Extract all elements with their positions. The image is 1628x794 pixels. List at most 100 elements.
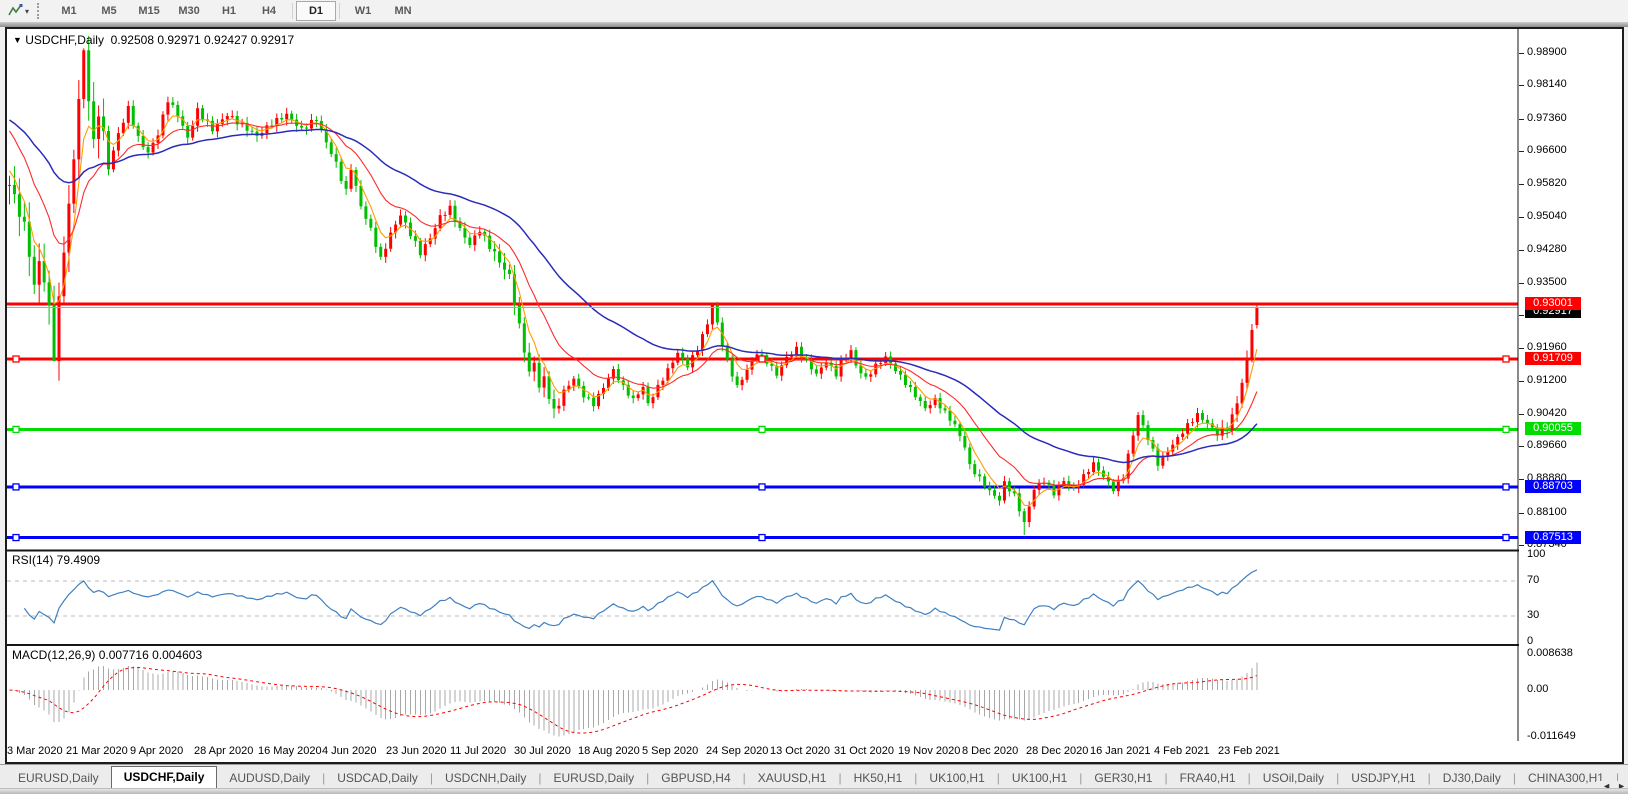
date-label: 16 May 2020: [258, 745, 322, 757]
timeframe-button-M15[interactable]: M15: [129, 1, 169, 21]
axis-tick: [1519, 283, 1524, 284]
line-handle[interactable]: [1503, 484, 1509, 490]
chart-plot-area[interactable]: [7, 29, 1519, 742]
axis-tick: [1519, 414, 1524, 415]
chart-tab-bar: EURUSD,DailyUSDCHF,DailyAUDUSD,Daily|USD…: [0, 764, 1628, 788]
collapse-triangle-icon[interactable]: ▼: [13, 35, 22, 45]
tab-xauusd-h1[interactable]: XAUUSD,H1: [746, 768, 839, 788]
price-tick-label: 0.94280: [1527, 243, 1567, 255]
tab-fra40-h1[interactable]: FRA40,H1: [1168, 768, 1248, 788]
ma-line-slow: [10, 120, 1257, 462]
line-handle[interactable]: [759, 484, 765, 490]
rsi-tick-label: 0: [1527, 635, 1533, 647]
line-handle[interactable]: [13, 356, 19, 362]
price-tick-label: 0.97360: [1527, 112, 1567, 124]
macd-tick-label: 0.008638: [1527, 647, 1573, 659]
line-handle[interactable]: [1503, 535, 1509, 541]
rsi-indicator-label: RSI(14) 79.4909: [12, 553, 100, 567]
price-tick-label: 0.88100: [1527, 506, 1567, 518]
chevron-down-icon[interactable]: ▾: [25, 7, 29, 16]
toolbar-grip[interactable]: [37, 3, 43, 19]
tab-usdcnh-daily[interactable]: USDCNH,Daily: [433, 768, 538, 788]
tab-eurusd-daily[interactable]: EURUSD,Daily: [6, 768, 111, 788]
timeframe-button-H1[interactable]: H1: [209, 1, 249, 21]
timeframe-button-M5[interactable]: M5: [89, 1, 129, 21]
chart-window: ▼ USDCHF,Daily 0.92508 0.92971 0.92427 0…: [5, 27, 1624, 764]
timeframe-button-M30[interactable]: M30: [169, 1, 209, 21]
timeframe-buttons: M1M5M15M30H1H4 D1 W1MN: [49, 1, 423, 21]
hline-price-label: 0.87513: [1525, 531, 1581, 544]
line-handle[interactable]: [759, 535, 765, 541]
date-label: 28 Dec 2020: [1026, 745, 1088, 757]
axis-tick: [1519, 348, 1524, 349]
tab-usdjpy-h1[interactable]: USDJPY,H1: [1339, 768, 1427, 788]
hline-price-label: 0.93001: [1525, 297, 1581, 310]
date-label: 5 Sep 2020: [642, 745, 698, 757]
price-tick-label: 0.90420: [1527, 407, 1567, 419]
date-label: 24 Sep 2020: [706, 745, 768, 757]
date-label: 30 Jul 2020: [514, 745, 571, 757]
line-handle[interactable]: [759, 426, 765, 432]
macd-tick-label: -0.011649: [1527, 730, 1576, 742]
tab-gbpusd-h4[interactable]: GBPUSD,H4: [649, 768, 742, 788]
timeframe-button-M1[interactable]: M1: [49, 1, 89, 21]
horizontal-lines[interactable]: [7, 304, 1518, 538]
line-handle[interactable]: [13, 426, 19, 432]
tab-uk100-h1[interactable]: UK100,H1: [1000, 768, 1079, 788]
date-label: 4 Feb 2021: [1154, 745, 1210, 757]
axis-tick: [1519, 381, 1524, 382]
price-tick-label: 0.91200: [1527, 374, 1567, 386]
rsi-tick-label: 100: [1527, 548, 1545, 560]
tab-audusd-daily[interactable]: AUDUSD,Daily: [217, 768, 322, 788]
line-handle[interactable]: [1503, 356, 1509, 362]
tab-hk50-h1[interactable]: HK50,H1: [842, 768, 915, 788]
price-tick-label: 0.93500: [1527, 276, 1567, 288]
timeframe-button-MN[interactable]: MN: [383, 1, 423, 21]
date-label: 13 Oct 2020: [770, 745, 830, 757]
rsi-tick-label: 70: [1527, 574, 1539, 586]
timeframe-toolbar: ▾ M1M5M15M30H1H4 D1 W1MN: [0, 0, 1628, 22]
tab-usoil-daily[interactable]: USOil,Daily: [1251, 768, 1336, 788]
axis-tick: [1519, 545, 1524, 546]
date-label: 19 Nov 2020: [898, 745, 960, 757]
axis-tick: [1519, 217, 1524, 218]
price-axis[interactable]: 0.989000.981400.973600.966000.958200.950…: [1519, 29, 1622, 759]
date-label: 4 Jun 2020: [322, 745, 376, 757]
tab-ger30-h1[interactable]: GER30,H1: [1082, 768, 1164, 788]
rsi-line: [24, 570, 1257, 630]
line-handle[interactable]: [1503, 426, 1509, 432]
price-tick-label: 0.98140: [1527, 78, 1567, 90]
tab-eurusd-daily[interactable]: EURUSD,Daily: [541, 768, 646, 788]
axis-tick: [1519, 446, 1524, 447]
price-tick-label: 0.98900: [1527, 46, 1567, 58]
axis-tick: [1519, 315, 1524, 316]
tab-usdchf-daily[interactable]: USDCHF,Daily: [111, 766, 218, 788]
price-tick-label: 0.95040: [1527, 210, 1567, 222]
date-label: 23 Feb 2021: [1218, 745, 1280, 757]
mt4-terminal: ▾ M1M5M15M30H1H4 D1 W1MN ▼ USDCHF,Daily 0.…: [0, 0, 1628, 794]
tab-usdcad-daily[interactable]: USDCAD,Daily: [325, 768, 430, 788]
axis-tick: [1519, 53, 1524, 54]
axis-tick: [1519, 85, 1524, 86]
axis-tick: [1519, 479, 1524, 480]
chart-tools-button[interactable]: ▾: [4, 3, 33, 19]
date-label: 18 Aug 2020: [578, 745, 640, 757]
hline-price-label: 0.88703: [1525, 480, 1581, 493]
pane-separator[interactable]: [7, 550, 1519, 552]
timeframe-button-W1[interactable]: W1: [343, 1, 383, 21]
hline-price-label: 0.91709: [1525, 352, 1581, 365]
zigzag-chart-icon: [8, 4, 23, 18]
chart-title: ▼ USDCHF,Daily 0.92508 0.92971 0.92427 0…: [13, 33, 294, 47]
timeframe-button-D1[interactable]: D1: [296, 1, 336, 21]
timeframe-button-H4[interactable]: H4: [249, 1, 289, 21]
price-tick-label: 0.89660: [1527, 439, 1567, 451]
hline-handles[interactable]: [13, 356, 1509, 541]
macd-tick-label: 0.00: [1527, 683, 1548, 695]
tab-dj30-daily[interactable]: DJ30,Daily: [1431, 768, 1513, 788]
pane-separator[interactable]: [7, 644, 1519, 646]
tab-uk100-h1[interactable]: UK100,H1: [917, 768, 996, 788]
line-handle[interactable]: [13, 484, 19, 490]
line-handle[interactable]: [13, 535, 19, 541]
hline-price-label: 0.90055: [1525, 422, 1581, 435]
line-handle[interactable]: [759, 356, 765, 362]
